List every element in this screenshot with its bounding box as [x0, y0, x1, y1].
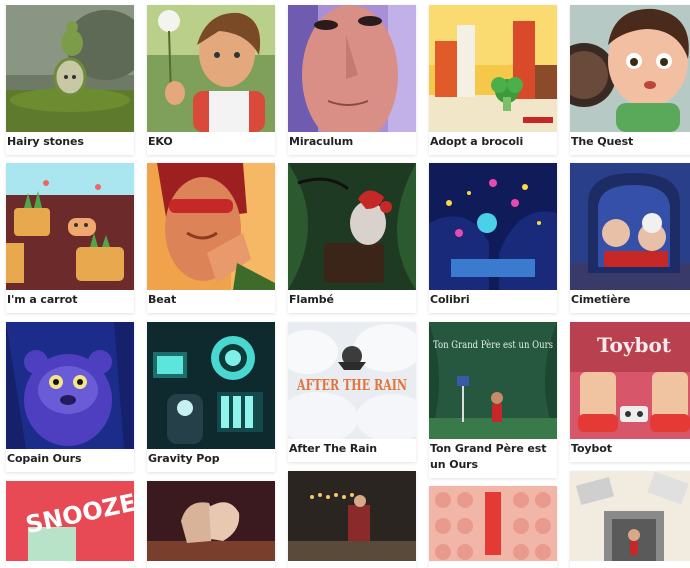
film-thumbnail[interactable]: [147, 322, 275, 449]
film-thumbnail[interactable]: SNOOZE: [6, 481, 134, 561]
colibri-artwork: [429, 163, 557, 290]
film-thumbnail[interactable]: Toybot: [570, 322, 690, 439]
film-thumbnail[interactable]: [288, 163, 416, 290]
film-card[interactable]: Flambé: [288, 163, 416, 313]
film-title[interactable]: [6, 561, 134, 568]
film-card[interactable]: Adopt a brocoli: [429, 5, 557, 155]
film-thumbnail[interactable]: AFTER THE RAIN: [288, 322, 416, 439]
film-title[interactable]: [147, 561, 275, 568]
film-thumbnail[interactable]: [429, 486, 557, 561]
hairy-stones-artwork: [6, 5, 134, 132]
film-card[interactable]: AFTER THE RAIN After The Rain: [288, 322, 416, 462]
film-title[interactable]: Cimetière: [570, 290, 690, 313]
film-title[interactable]: Gravity Pop: [147, 449, 275, 472]
poster-title: Toybot: [597, 333, 672, 357]
film-title[interactable]: Miraculum: [288, 132, 416, 155]
film-card[interactable]: I'm a carrot: [6, 163, 134, 313]
film-thumbnail[interactable]: [288, 5, 416, 132]
film-thumbnail[interactable]: Ton Grand Père est un Ours: [429, 322, 557, 439]
film-card[interactable]: The Quest: [570, 5, 690, 155]
film-card[interactable]: Beat: [147, 163, 275, 313]
film-title[interactable]: Colibri: [429, 290, 557, 313]
eko-artwork: [147, 5, 275, 132]
film-title[interactable]: [288, 561, 416, 568]
poster-title: Ton Grand Père est un Ours: [433, 340, 553, 351]
film-thumbnail[interactable]: [6, 322, 134, 449]
film-title[interactable]: Beat: [147, 290, 275, 313]
film-thumbnail[interactable]: [570, 471, 690, 561]
film-title[interactable]: Copain Ours: [6, 449, 134, 472]
carrot-artwork: [6, 163, 134, 290]
film-thumbnail[interactable]: [6, 5, 134, 132]
film-title[interactable]: Flambé: [288, 290, 416, 313]
concert-artwork: [288, 471, 416, 561]
film-thumbnail[interactable]: [570, 163, 690, 290]
ton-grand-pere-poster: Ton Grand Père est un Ours: [429, 322, 557, 439]
cimetiere-artwork: [570, 163, 690, 290]
film-thumbnail[interactable]: [429, 5, 557, 132]
film-title[interactable]: Ton Grand Père est un Ours: [429, 439, 557, 478]
snooze-artwork: SNOOZE: [6, 481, 134, 561]
film-thumbnail[interactable]: [147, 5, 275, 132]
film-thumbnail[interactable]: [288, 471, 416, 561]
gravity-pop-artwork: [147, 322, 275, 449]
adopt-a-brocoli-artwork: [429, 5, 557, 132]
paper-collage-artwork: [570, 471, 690, 561]
after-the-rain-poster: AFTER THE RAIN: [288, 322, 416, 439]
film-card[interactable]: Gravity Pop: [147, 322, 275, 472]
film-thumbnail[interactable]: [147, 163, 275, 290]
film-card[interactable]: SNOOZE: [6, 481, 134, 568]
copain-ours-artwork: [6, 322, 134, 449]
film-card[interactable]: Cimetière: [570, 163, 690, 313]
miraculum-artwork: [288, 5, 416, 132]
pattern-poster-artwork: [429, 486, 557, 561]
film-card[interactable]: Toybot Toybot: [570, 322, 690, 462]
film-card[interactable]: [429, 486, 557, 568]
film-title[interactable]: [570, 561, 690, 568]
film-thumbnail[interactable]: [570, 5, 690, 132]
film-card[interactable]: [288, 471, 416, 568]
film-card[interactable]: Copain Ours: [6, 322, 134, 472]
the-quest-artwork: [570, 5, 690, 132]
film-title[interactable]: Toybot: [570, 439, 690, 462]
film-title[interactable]: [429, 561, 557, 568]
beat-artwork: [147, 163, 275, 290]
toybot-poster: Toybot: [570, 322, 690, 439]
film-card[interactable]: EKO: [147, 5, 275, 155]
film-title[interactable]: Adopt a brocoli: [429, 132, 557, 155]
poster-title: AFTER THE RAIN: [296, 376, 407, 394]
film-card[interactable]: [147, 481, 275, 568]
film-thumbnail[interactable]: [147, 481, 275, 561]
flambe-artwork: [288, 163, 416, 290]
film-title[interactable]: I'm a carrot: [6, 290, 134, 313]
film-title[interactable]: After The Rain: [288, 439, 416, 462]
film-card[interactable]: Ton Grand Père est un Ours Ton Grand Pèr…: [429, 322, 557, 478]
film-thumbnail[interactable]: [6, 163, 134, 290]
film-title[interactable]: The Quest: [570, 132, 690, 155]
film-card[interactable]: Hairy stones: [6, 5, 134, 155]
film-card[interactable]: [570, 471, 690, 568]
fists-artwork: [147, 481, 275, 561]
film-thumbnail[interactable]: [429, 163, 557, 290]
film-title[interactable]: Hairy stones: [6, 132, 134, 155]
film-card[interactable]: Colibri: [429, 163, 557, 313]
film-card[interactable]: Miraculum: [288, 5, 416, 155]
film-title[interactable]: EKO: [147, 132, 275, 155]
